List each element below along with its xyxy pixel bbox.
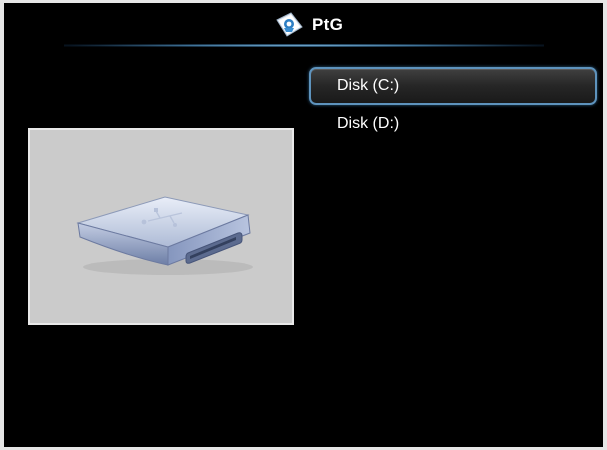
title-divider <box>64 44 544 47</box>
drive-item-c[interactable]: Disk (C:) <box>309 67 597 105</box>
drive-list: Disk (C:) Disk (D:) <box>309 67 597 143</box>
ptg-app-icon <box>276 12 303 37</box>
title-bar: PtG <box>4 3 603 51</box>
window-frame: PtG Disk (C:) Disk (D:) <box>0 0 607 450</box>
drive-item-label: Disk (D:) <box>337 115 400 132</box>
drive-item-label: Disk (C:) <box>337 77 400 94</box>
title-group: PtG <box>274 9 343 41</box>
drive-item-d[interactable]: Disk (D:) <box>309 105 597 143</box>
projector-screen: PtG Disk (C:) Disk (D:) <box>4 3 603 447</box>
drive-preview-panel <box>28 128 294 325</box>
app-title: PtG <box>312 15 344 34</box>
usb-drive-icon <box>76 196 253 275</box>
